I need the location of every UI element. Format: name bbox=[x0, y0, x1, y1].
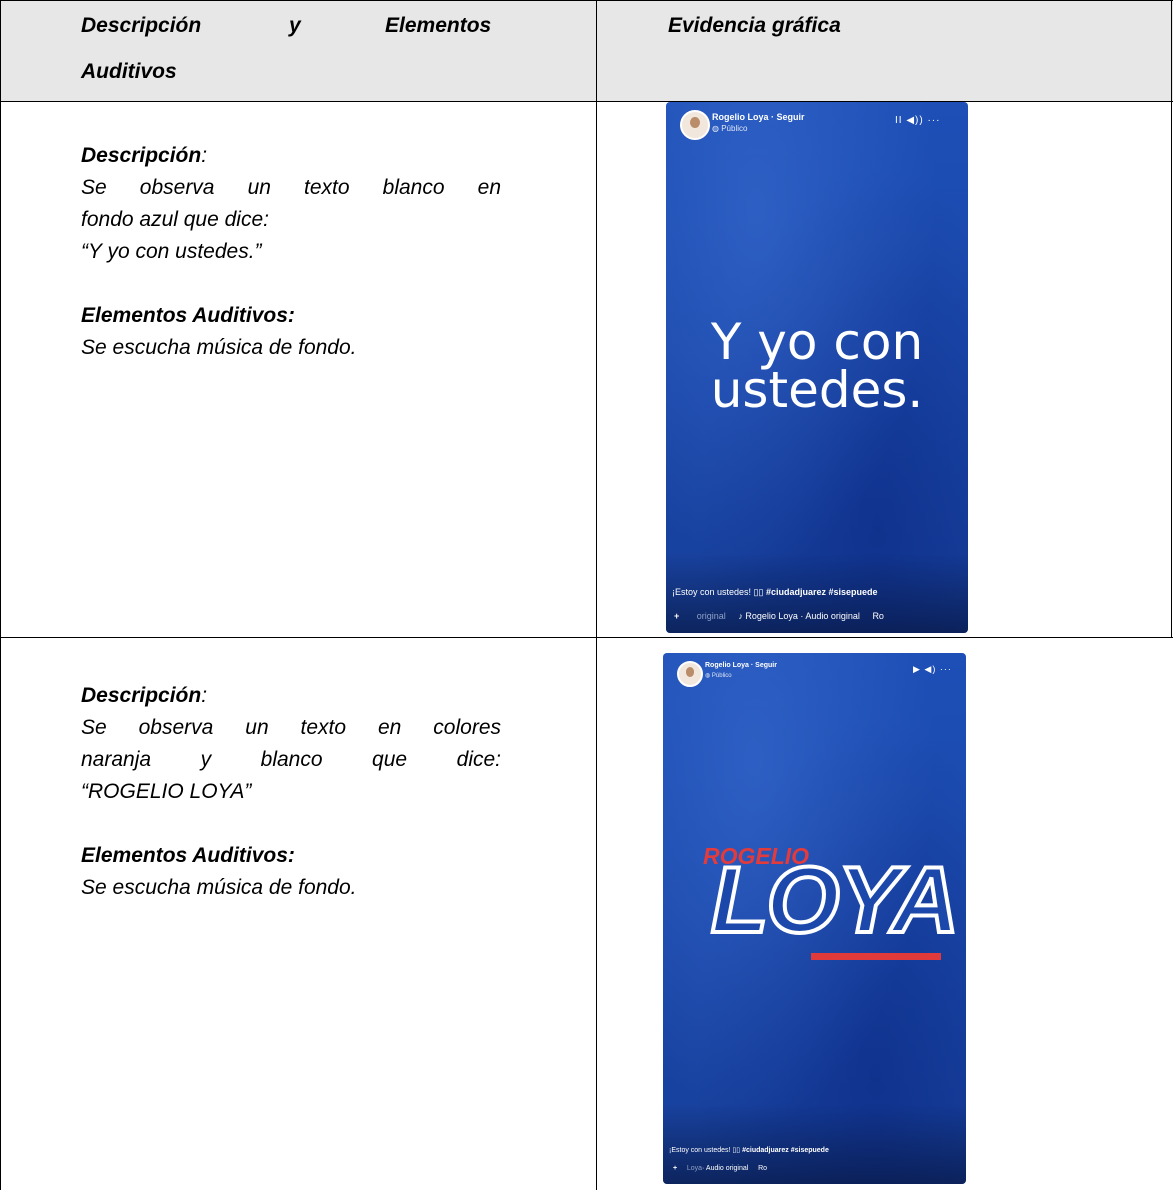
account-name: Rogelio Loya · Seguir bbox=[712, 112, 805, 122]
row1-description-cell: Descripción: Se observa un texto blanco … bbox=[81, 140, 501, 364]
story-text-line: ustedes. bbox=[710, 361, 924, 419]
playback-controls: II ◀)) ··· bbox=[895, 115, 941, 126]
avatar bbox=[680, 110, 710, 140]
row1-description-line: Se observa un texto blanco en bbox=[81, 176, 501, 199]
logo-name-big: LOYA bbox=[709, 847, 961, 952]
row2-description-label: Descripción bbox=[81, 684, 202, 707]
account-name: Rogelio Loya · Seguir bbox=[705, 662, 777, 669]
column-divider bbox=[596, 0, 597, 1190]
add-icon: + bbox=[674, 611, 680, 621]
table-border-left bbox=[0, 0, 1, 1190]
header-and-word: y bbox=[289, 14, 301, 37]
story-caption: ¡Estoy con ustedes! ▯▯ #ciudadjuarez #si… bbox=[672, 587, 878, 597]
bottom-shade bbox=[663, 1104, 966, 1184]
row-divider bbox=[0, 637, 1173, 638]
row2-description-cell: Descripción: Se observa un texto en colo… bbox=[81, 680, 501, 904]
row1-description-line: “Y yo con ustedes.” bbox=[81, 240, 262, 263]
row1-audio-text: Se escucha música de fondo. bbox=[81, 336, 357, 359]
table-border-top bbox=[0, 0, 1173, 1]
table-border-right bbox=[1171, 0, 1172, 637]
row2-description-colon: : bbox=[201, 684, 208, 707]
row1-evidence-screenshot: Rogelio Loya · Seguir ◍ Público II ◀)) ·… bbox=[666, 102, 968, 633]
audio-bar: + original ♪ Rogelio Loya · Audio origin… bbox=[674, 611, 884, 621]
playback-controls: ▶ ◀) ··· bbox=[913, 664, 952, 674]
audio-bar: + Loya· Audio original Ro bbox=[673, 1165, 768, 1172]
add-icon: + bbox=[673, 1165, 678, 1172]
row1-description-line: fondo azul que dice: bbox=[81, 208, 269, 231]
row1-description-colon: : bbox=[201, 144, 208, 167]
row1-description-label: Descripción bbox=[81, 144, 202, 167]
avatar bbox=[677, 661, 703, 687]
row2-audio-label: Elementos Auditivos: bbox=[81, 844, 295, 867]
header-divider bbox=[0, 101, 1173, 102]
logo-underline bbox=[811, 953, 941, 960]
evidence-table: Descripción y Elementos Auditivos Eviden… bbox=[0, 0, 1173, 1190]
story-text-line: Y yo con bbox=[710, 313, 924, 371]
header-auditory-word: Auditivos bbox=[81, 60, 177, 83]
privacy-label: ◍ Público bbox=[705, 673, 732, 679]
row2-description-line: Se observa un texto en colores bbox=[81, 716, 501, 739]
row2-description-line: naranja y blanco que dice: bbox=[81, 748, 501, 771]
privacy-label: ◍ Público bbox=[712, 124, 748, 133]
header-description-word: Descripción bbox=[81, 14, 202, 37]
globe-icon: ◍ bbox=[705, 673, 712, 679]
row2-evidence-screenshot: Rogelio Loya · Seguir ◍ Público ▶ ◀) ···… bbox=[663, 653, 966, 1184]
globe-icon: ◍ bbox=[712, 124, 722, 133]
header-elements-word: Elementos bbox=[385, 14, 492, 37]
row2-audio-text: Se escucha música de fondo. bbox=[81, 876, 357, 899]
row1-audio-label: Elementos Auditivos: bbox=[81, 304, 295, 327]
row2-description-line: “ROGELIO LOYA” bbox=[81, 780, 252, 803]
header-graphic-evidence: Evidencia gráfica bbox=[668, 14, 841, 37]
story-caption: ¡Estoy con ustedes! ▯▯ #ciudadjuarez #si… bbox=[669, 1147, 829, 1154]
story-main-text: Y yo con ustedes. bbox=[666, 313, 968, 419]
